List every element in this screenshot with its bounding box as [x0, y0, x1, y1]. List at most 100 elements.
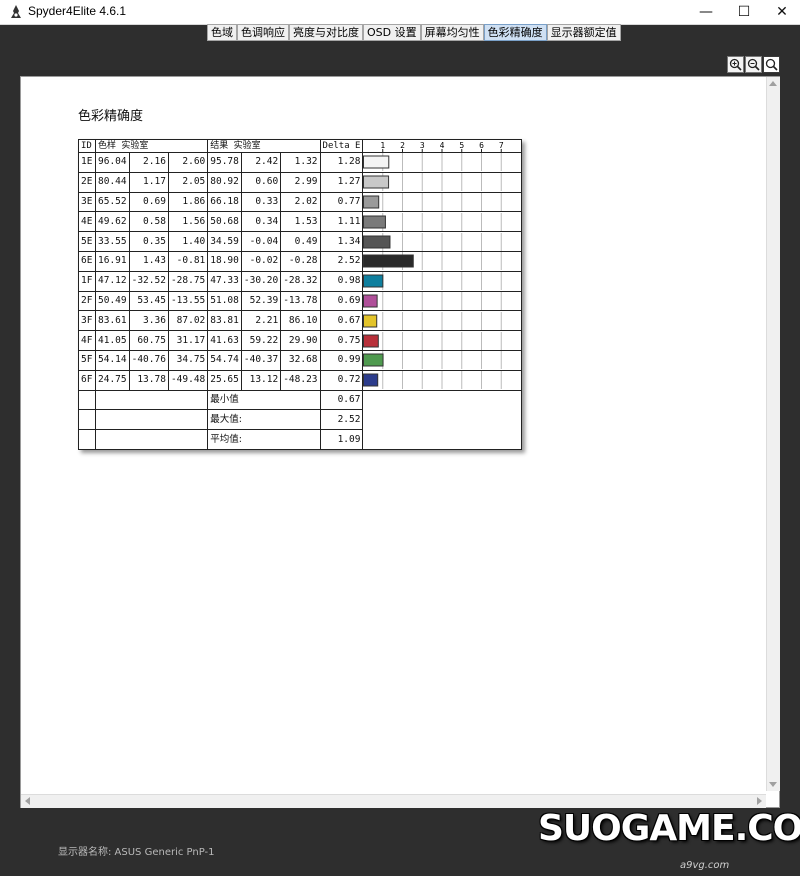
- header-delta: Delta E: [319, 139, 364, 153]
- result-lab-value: 0.49: [280, 231, 321, 252]
- patch-id: 6F: [78, 369, 96, 391]
- summary-label: 平均值:: [207, 429, 321, 450]
- sample-lab-value: 50.49: [95, 290, 130, 312]
- summary-row: 最小值 0.67: [78, 389, 523, 450]
- patch-id: 5F: [78, 349, 96, 371]
- sample-lab-value: 87.02: [167, 310, 209, 332]
- result-lab-value: 95.78: [207, 152, 242, 173]
- tick-label: 3: [420, 141, 425, 150]
- sample-lab-value: 2.60: [167, 152, 209, 173]
- sample-lab-value: 53.45: [128, 290, 169, 312]
- sample-lab-value: -40.76: [128, 349, 169, 371]
- result-lab-value: 2.02: [280, 191, 321, 213]
- zoom-out-button[interactable]: [745, 56, 762, 73]
- magnifier-icon: [765, 58, 778, 71]
- result-lab-value: 13.12: [240, 369, 282, 391]
- result-lab-value: 41.63: [207, 330, 242, 351]
- scroll-right-icon[interactable]: [757, 797, 762, 805]
- sample-lab-value: 24.75: [95, 369, 130, 391]
- minimize-button[interactable]: —: [686, 0, 726, 24]
- delta-e-bar: [363, 334, 380, 348]
- summary-value: 2.52: [319, 409, 364, 431]
- sample-lab-value: 31.17: [167, 330, 209, 351]
- tab-1[interactable]: 色调响应: [237, 24, 289, 41]
- result-lab-value: 83.81: [207, 310, 242, 332]
- patch-id: 4E: [78, 211, 96, 233]
- sample-lab-value: 1.40: [167, 231, 209, 252]
- table-row: 4F 41.05 60.75 31.17 41.63 59.22 29.90 0.75: [78, 330, 523, 351]
- scroll-up-icon[interactable]: [769, 81, 777, 86]
- delta-e-value: 0.72: [319, 369, 364, 391]
- sample-lab-value: 65.52: [95, 191, 130, 213]
- delta-e-value: 1.34: [319, 231, 364, 252]
- scroll-left-icon[interactable]: [25, 797, 30, 805]
- sample-lab-value: 3.36: [128, 310, 169, 332]
- sample-lab-value: 54.14: [95, 349, 130, 371]
- summary-sample-blank: [94, 389, 209, 411]
- tick-label: 4: [440, 141, 445, 150]
- delta-e-bar-cell: [362, 290, 523, 312]
- result-lab-value: 0.34: [240, 211, 282, 233]
- tab-0[interactable]: 色域: [207, 24, 237, 41]
- window-title: Spyder4Elite 4.6.1: [28, 4, 127, 18]
- result-lab-value: -28.32: [280, 270, 321, 292]
- delta-e-bar-cell: [362, 330, 523, 351]
- sample-lab-value: -32.52: [128, 270, 169, 292]
- horizontal-scrollbar[interactable]: [21, 794, 766, 808]
- result-lab-value: 25.65: [207, 369, 242, 391]
- vertical-scrollbar[interactable]: [766, 77, 780, 791]
- result-lab-value: -0.28: [280, 250, 321, 272]
- sample-lab-value: 34.75: [167, 349, 209, 371]
- table-row: 6F 24.75 13.78 -49.48 25.65 13.12 -48.23 0.72: [78, 369, 523, 391]
- delta-e-bar-cell: [362, 349, 523, 371]
- scroll-down-icon[interactable]: [769, 782, 777, 787]
- sample-lab-value: 80.44: [95, 171, 130, 193]
- sample-lab-value: 49.62: [95, 211, 130, 233]
- patch-id: 1F: [78, 270, 96, 292]
- zoom-in-button[interactable]: [727, 56, 744, 73]
- delta-e-value: 1.28: [319, 152, 364, 173]
- tab-4[interactable]: 屏幕均匀性: [420, 24, 484, 41]
- delta-e-bar: [363, 314, 378, 328]
- result-lab-value: 0.60: [240, 171, 282, 193]
- table-row: 3E 65.52 0.69 1.86 66.18 0.33 2.02 0.77: [78, 191, 523, 213]
- tick-label: 6: [480, 141, 485, 150]
- delta-e-bar: [363, 235, 391, 249]
- table-row: 5E 33.55 0.35 1.40 34.59 -0.04 0.49 1.34: [78, 231, 523, 252]
- tick-label: 1: [381, 141, 386, 150]
- result-lab-value: 52.39: [240, 290, 282, 312]
- summary-sample-blank: [94, 409, 209, 431]
- sample-lab-value: 1.56: [167, 211, 209, 233]
- patch-id: 1E: [78, 152, 96, 173]
- maximize-button[interactable]: ☐: [724, 0, 764, 24]
- result-lab-value: -40.37: [240, 349, 282, 371]
- tab-2[interactable]: 亮度与对比度: [289, 24, 363, 41]
- sample-lab-value: 33.55: [95, 231, 130, 252]
- sample-lab-value: 16.91: [95, 250, 130, 272]
- tick-label: 7: [499, 141, 504, 150]
- zoom-out-icon: [747, 58, 760, 71]
- zoom-fit-button[interactable]: [763, 56, 780, 73]
- tick-label: 2: [401, 141, 406, 150]
- close-button[interactable]: ✕: [762, 0, 800, 24]
- result-lab-value: -0.04: [240, 231, 282, 252]
- tab-3[interactable]: OSD 设置: [363, 24, 421, 41]
- tab-5[interactable]: 色彩精确度: [483, 24, 547, 41]
- sample-lab-value: -28.75: [167, 270, 209, 292]
- tab-6[interactable]: 显示器额定值: [546, 24, 621, 41]
- sample-lab-value: -13.55: [167, 290, 209, 312]
- result-lab-value: -13.78: [280, 290, 321, 312]
- chart-axis-header: 1 2 3 4 5 6 7: [362, 139, 523, 153]
- delta-e-bar: [363, 175, 390, 189]
- delta-e-bar-cell: [362, 191, 523, 213]
- table-row: 2F 50.49 53.45 -13.55 51.08 52.39 -13.78 0.69: [78, 290, 523, 312]
- delta-e-bar-cell: [362, 211, 523, 233]
- delta-e-bar: [363, 294, 379, 308]
- result-lab-value: 51.08: [207, 290, 242, 312]
- delta-e-bar-cell: [362, 171, 523, 193]
- summary-value: 1.09: [319, 429, 364, 450]
- delta-e-value: 1.11: [319, 211, 364, 233]
- tab-bar: 色域 色调响应 亮度与对比度 OSD 设置 屏幕均匀性 色彩精确度 显示器额定值: [207, 24, 621, 41]
- summary-id-blank: [78, 389, 96, 411]
- table-header-row: ID 色样 实验室 结果 实验室 Delta E 1 2 3 4 5 6 7: [78, 139, 523, 153]
